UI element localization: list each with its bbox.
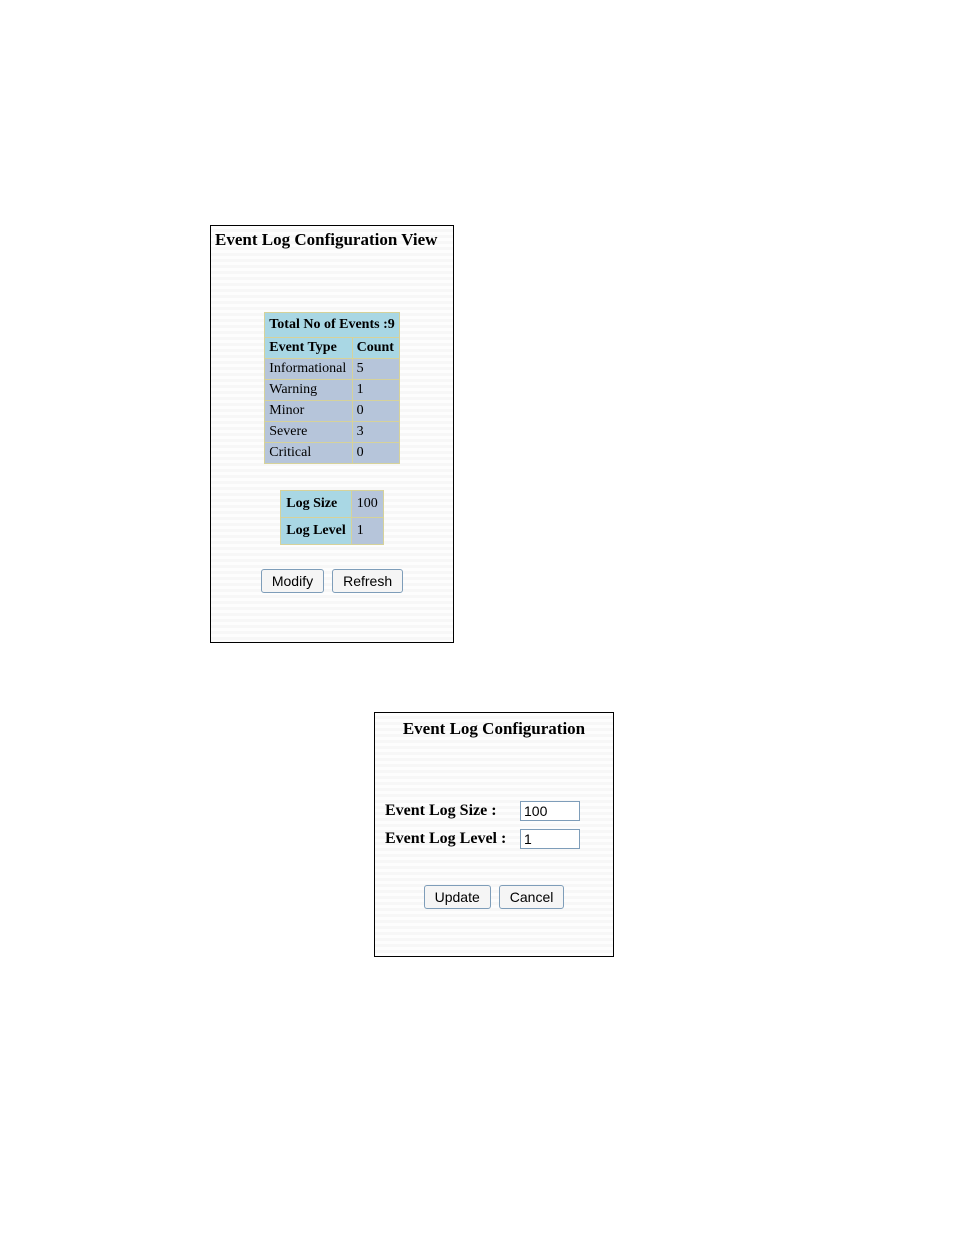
table-row: Severe 3 [265, 422, 400, 443]
cell-type: Critical [265, 443, 352, 464]
event-log-size-input[interactable] [520, 801, 580, 821]
event-log-config-view-panel: Event Log Configuration View Total No of… [210, 225, 454, 643]
panel-title: Event Log Configuration View [211, 226, 453, 252]
cell-count: 3 [352, 422, 399, 443]
config-form: Event Log Size : Event Log Level : Updat… [375, 743, 613, 909]
button-row: Modify Refresh [211, 569, 453, 593]
cell-type: Severe [265, 422, 352, 443]
refresh-button[interactable]: Refresh [332, 569, 403, 593]
table-caption: Total No of Events :9 [265, 313, 400, 338]
log-level-value: 1 [351, 518, 383, 545]
panel-title: Event Log Configuration [375, 713, 613, 743]
table-row: Minor 0 [265, 401, 400, 422]
log-size-value: 100 [351, 491, 383, 518]
event-log-level-input[interactable] [520, 829, 580, 849]
modify-button[interactable]: Modify [261, 569, 324, 593]
header-count: Count [352, 338, 399, 359]
cell-type: Warning [265, 380, 352, 401]
cell-count: 0 [352, 443, 399, 464]
cell-type: Informational [265, 359, 352, 380]
event-log-level-label: Event Log Level : [385, 830, 520, 848]
table-row: Log Size 100 [281, 491, 384, 518]
cell-count: 5 [352, 359, 399, 380]
table-row: Informational 5 [265, 359, 400, 380]
cell-count: 1 [352, 380, 399, 401]
event-log-size-label: Event Log Size : [385, 802, 520, 820]
cell-type: Minor [265, 401, 352, 422]
panel-inner: Total No of Events :9 Event Type Count I… [211, 252, 453, 593]
log-settings-table: Log Size 100 Log Level 1 [280, 490, 384, 545]
cancel-button[interactable]: Cancel [499, 885, 565, 909]
log-size-label: Log Size [281, 491, 352, 518]
event-log-config-panel: Event Log Configuration Event Log Size :… [374, 712, 614, 957]
table-row: Critical 0 [265, 443, 400, 464]
table-row: Log Level 1 [281, 518, 384, 545]
button-row: Update Cancel [385, 885, 603, 909]
total-events-label: Total No of Events : [269, 317, 388, 332]
cell-count: 0 [352, 401, 399, 422]
header-event-type: Event Type [265, 338, 352, 359]
table-header-row: Event Type Count [265, 338, 400, 359]
total-events-value: 9 [388, 317, 395, 332]
update-button[interactable]: Update [424, 885, 491, 909]
event-count-table: Total No of Events :9 Event Type Count I… [264, 312, 400, 464]
form-row: Event Log Size : [385, 801, 603, 821]
table-row: Warning 1 [265, 380, 400, 401]
form-row: Event Log Level : [385, 829, 603, 849]
log-level-label: Log Level [281, 518, 352, 545]
